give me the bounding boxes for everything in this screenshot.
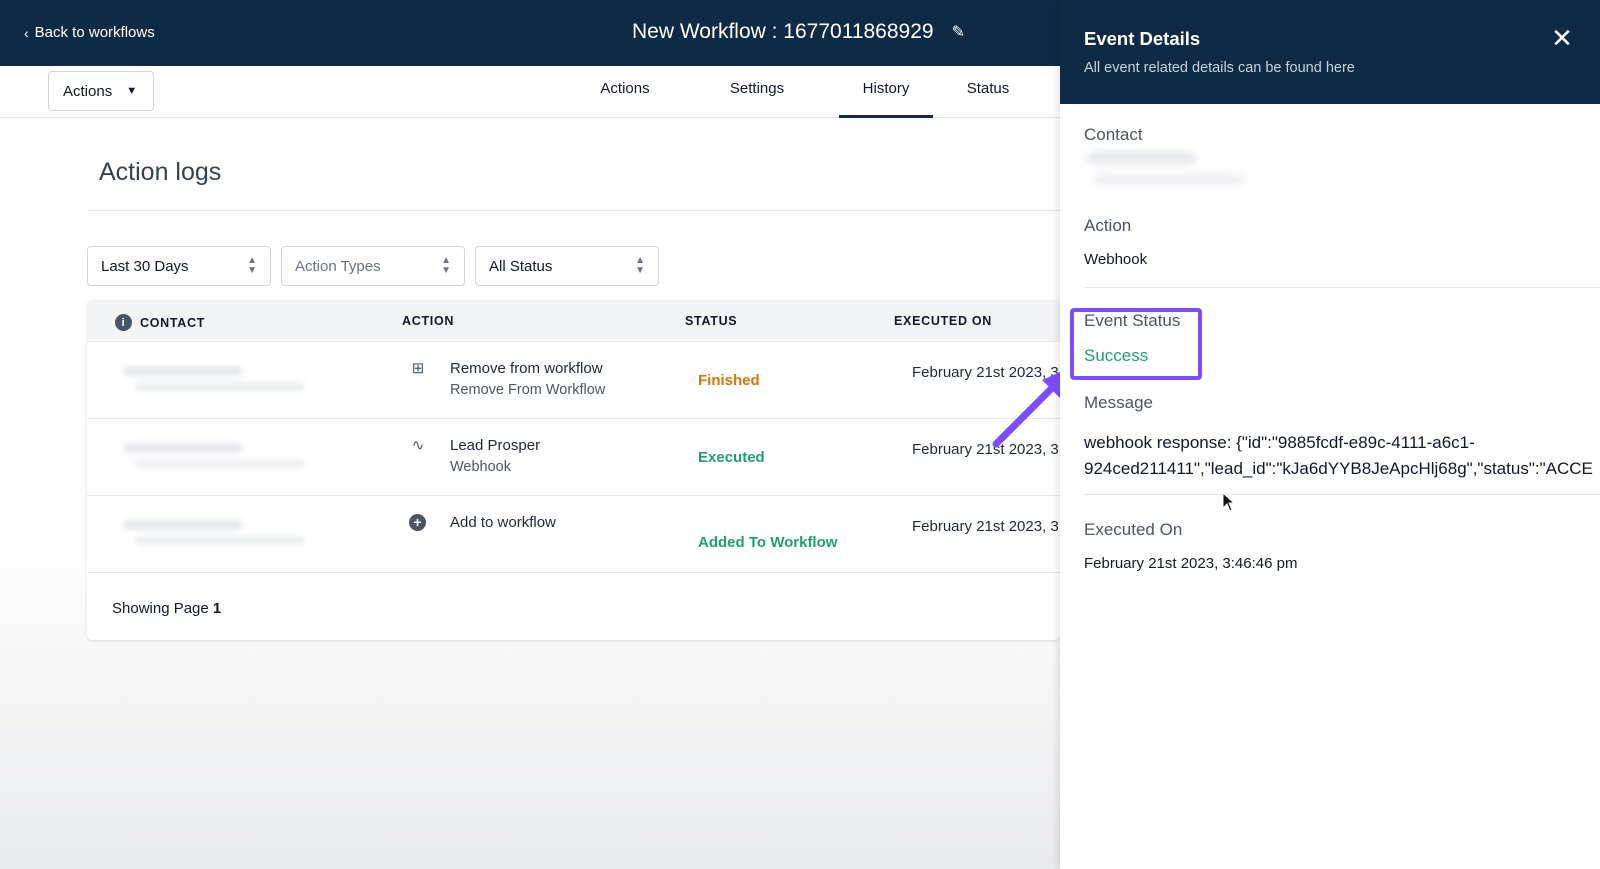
message-line: webhook response: {"id":"9885fcdf-e89c-4…	[1084, 433, 1475, 452]
divider	[1084, 287, 1600, 288]
event-status-label: Event Status	[1084, 311, 1181, 330]
webhook-icon: ∿	[411, 437, 425, 454]
table-header: i CONTACT ACTION STATUS EXECUTED ON	[87, 300, 1060, 342]
panel-title: Event Details	[1084, 28, 1201, 49]
column-status: STATUS	[685, 314, 738, 328]
executed-on-value: February 21st 2023, 3:46:46 pm	[1084, 555, 1298, 572]
status-badge: Finished	[698, 372, 760, 389]
action-value: Webhook	[1084, 251, 1148, 268]
action-logs-table: i CONTACT ACTION STATUS EXECUTED ON ⊞ Re…	[87, 300, 1060, 640]
message-text: webhook response: {"id":"9885fcdf-e89c-4…	[1084, 430, 1600, 482]
divider	[87, 210, 1060, 211]
date-range-select[interactable]: Last 30 Days ▲ ▼	[87, 246, 271, 286]
contact-label: Contact	[1084, 125, 1143, 144]
actions-dropdown-label: Actions	[63, 82, 113, 100]
tab-bar: Actions Settings History Status	[545, 66, 1043, 118]
tab-settings[interactable]: Settings	[705, 66, 809, 118]
action-name: Lead Prosper	[450, 437, 541, 454]
event-status-value: Success	[1084, 346, 1149, 365]
remove-from-workflow-icon: ⊞	[411, 360, 425, 377]
table-row[interactable]: ∿ Lead Prosper Webhook Executed February…	[87, 419, 1060, 496]
message-label: Message	[1084, 393, 1153, 412]
panel-subtitle: All event related details can be found h…	[1084, 60, 1355, 76]
action-subtitle: Remove From Workflow	[450, 382, 606, 398]
panel-header: Event Details All event related details …	[1060, 0, 1600, 104]
table-row[interactable]: + Add to workflow Added To Workflow Febr…	[87, 496, 1060, 573]
action-name: Remove from workflow	[450, 360, 603, 377]
divider	[1084, 494, 1600, 495]
edit-pencil-icon[interactable]: ✎	[952, 22, 965, 42]
actions-dropdown[interactable]: Actions ▼	[48, 71, 154, 111]
sort-arrows-icon: ▲ ▼	[441, 255, 451, 276]
status-badge: Added To Workflow	[698, 534, 838, 551]
executed-on-label: Executed On	[1084, 520, 1183, 539]
info-icon[interactable]: i	[115, 314, 132, 331]
sort-arrows-icon: ▲ ▼	[635, 255, 645, 276]
executed-on: February 21st 2023, 3	[912, 518, 1059, 535]
pagination-info: Showing Page 1	[112, 600, 221, 617]
action-label: Action	[1084, 216, 1132, 235]
mouse-cursor-icon	[1222, 492, 1236, 512]
table-row[interactable]: ⊞ Remove from workflow Remove From Workf…	[87, 342, 1060, 419]
column-contact: i CONTACT	[115, 314, 205, 331]
tab-actions[interactable]: Actions	[545, 66, 705, 118]
column-contact-label: CONTACT	[140, 315, 206, 330]
column-executed-on: EXECUTED ON	[894, 314, 992, 328]
action-types-placeholder: Action Types	[295, 257, 381, 275]
tab-history[interactable]: History	[839, 66, 933, 118]
main-content: Action logs Last 30 Days ▲ ▼ Action Types…	[0, 118, 1060, 869]
chevron-left-icon: ‹	[24, 24, 29, 41]
blurred-contact	[111, 439, 311, 473]
pagination-prefix: Showing Page	[112, 600, 209, 617]
tab-status[interactable]: Status	[933, 66, 1043, 118]
pagination-page: 1	[212, 600, 222, 617]
event-details-panel: Event Details All event related details …	[1060, 0, 1600, 869]
column-action: ACTION	[402, 314, 455, 328]
close-icon[interactable]: ✕	[1550, 25, 1574, 51]
blurred-contact	[1084, 148, 1254, 198]
action-subtitle: Webhook	[450, 459, 511, 475]
action-name: Add to workflow	[450, 514, 556, 531]
workflow-title: New Workflow : 1677011868929 ✎	[632, 20, 965, 44]
status-select-value: All Status	[489, 257, 553, 275]
sort-arrows-icon: ▲ ▼	[247, 255, 257, 276]
blurred-contact	[111, 362, 311, 396]
workflow-title-text: New Workflow : 1677011868929	[632, 20, 934, 43]
page-title: Action logs	[99, 158, 222, 186]
action-types-select[interactable]: Action Types ▲ ▼	[281, 246, 465, 286]
back-to-workflows-link[interactable]: ‹ Back to workflows	[24, 24, 155, 41]
status-badge: Executed	[698, 449, 765, 466]
blurred-contact	[111, 516, 311, 550]
chevron-down-icon: ▼	[126, 85, 138, 97]
message-line: 924ced211411","lead_id":"kJa6dYYB8JeApcH…	[1084, 459, 1593, 478]
date-range-value: Last 30 Days	[101, 257, 189, 275]
status-select[interactable]: All Status ▲ ▼	[475, 246, 659, 286]
toolbar: Actions ▼ Actions Settings History Statu…	[0, 66, 1060, 118]
back-link-label: Back to workflows	[34, 24, 155, 41]
plus-circle-icon: +	[409, 514, 426, 531]
